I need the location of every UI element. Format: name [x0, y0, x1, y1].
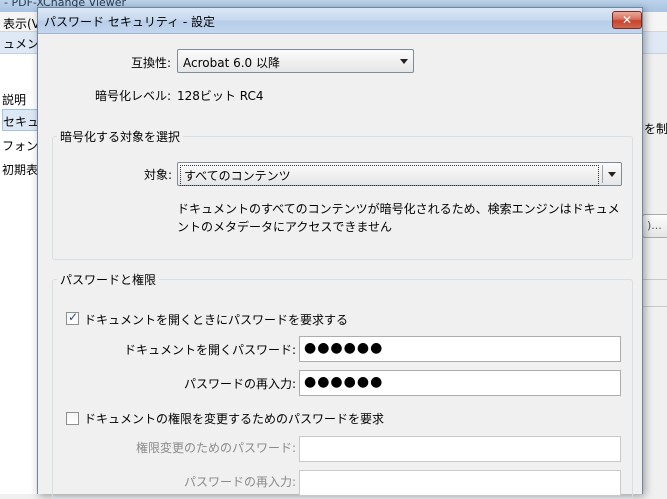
- permissions-password-input[interactable]: [299, 436, 621, 462]
- encrypt-description: ドキュメントのすべてのコンテンツが暗号化されるため、検索エンジンはドキュメ ント…: [177, 200, 627, 236]
- menu-item-view[interactable]: 表示(V: [3, 15, 40, 32]
- permissions-password-label: 権限変更のためのパスワード:: [135, 441, 296, 455]
- open-password-confirm-input[interactable]: ●●●●●●: [299, 370, 621, 396]
- permissions-password-confirm-input[interactable]: [299, 470, 621, 496]
- properties-right-panel: を制 )...: [642, 54, 667, 494]
- close-icon: ✕: [621, 13, 633, 27]
- password-permissions-group-title: パスワードと権限: [57, 271, 160, 288]
- compat-value: Acrobat 6.0 以降: [183, 56, 280, 70]
- require-open-password-checkbox[interactable]: ✓: [66, 310, 79, 325]
- encryption-level-label: 暗号化レベル:: [95, 89, 172, 103]
- properties-category-list: 説明 セキュ フォン 初期表: [0, 54, 40, 494]
- chevron-down-icon: [400, 59, 408, 64]
- require-permissions-password-checkbox[interactable]: [66, 412, 79, 425]
- encryption-level-value: 128ビット RC4: [177, 89, 264, 103]
- open-password-label: ドキュメントを開くパスワード:: [123, 343, 296, 357]
- checkmark-icon: ✓: [68, 310, 79, 324]
- open-password-confirm-value: ●●●●●●: [304, 374, 384, 390]
- dialog-title: パスワード セキュリティ - 設定: [44, 15, 216, 29]
- dialog-titlebar[interactable]: パスワード セキュリティ - 設定 ✕: [38, 8, 642, 34]
- panel-text: を制: [644, 122, 667, 136]
- encrypt-description-line-1: ドキュメントのすべてのコンテンツが暗号化されるため、検索エンジンはドキュメ: [177, 202, 620, 216]
- require-permissions-password-label[interactable]: ドキュメントの権限を変更するためのパスワードを要求: [84, 410, 384, 427]
- permissions-password-confirm-label: パスワードの再入力:: [183, 475, 296, 489]
- dialog-body: 互換性: Acrobat 6.0 以降 暗号化レベル: 128ビット RC4 暗…: [38, 35, 642, 499]
- password-security-dialog: パスワード セキュリティ - 設定 ✕ 互換性: Acrobat 6.0 以降 …: [37, 7, 643, 499]
- close-button[interactable]: ✕: [612, 11, 642, 29]
- target-label: 対象:: [144, 168, 173, 182]
- require-open-password-label[interactable]: ドキュメントを開くときにパスワードを要求する: [84, 311, 348, 328]
- encrypt-description-line-2: ントのメタデータにアクセスできません: [177, 220, 393, 234]
- dropdown-separator: [602, 165, 603, 183]
- category-item-initial-view[interactable]: 初期表: [2, 158, 40, 180]
- category-item-description[interactable]: 説明: [2, 88, 40, 110]
- category-item-fonts[interactable]: フォン: [2, 134, 40, 156]
- panel-settings-button[interactable]: )...: [642, 214, 667, 238]
- open-password-value: ●●●●●●: [304, 340, 384, 356]
- panel-row: [642, 279, 667, 307]
- target-dropdown[interactable]: すべてのコンテンツ: [177, 162, 622, 186]
- category-item-security[interactable]: セキュ: [2, 109, 40, 131]
- target-value: すべてのコンテンツ: [180, 165, 599, 186]
- encrypt-target-group: [52, 136, 633, 260]
- open-password-input[interactable]: ●●●●●●: [299, 336, 621, 362]
- compat-dropdown[interactable]: Acrobat 6.0 以降: [177, 49, 414, 73]
- compat-label: 互換性:: [131, 56, 172, 70]
- open-password-confirm-label: パスワードの再入力:: [183, 377, 296, 391]
- encrypt-target-group-title: 暗号化する対象を選択: [57, 128, 184, 145]
- chevron-down-icon: [608, 172, 616, 177]
